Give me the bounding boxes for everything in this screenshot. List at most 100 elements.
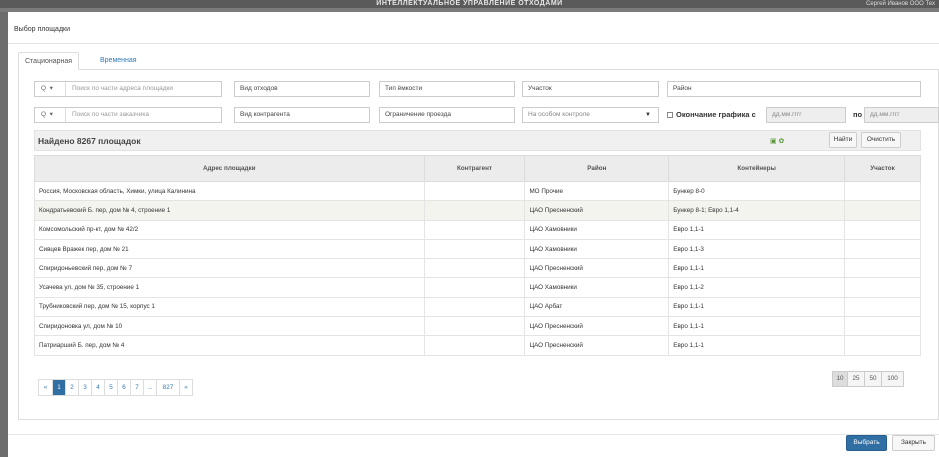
app-header: ИНТЕЛЛЕКТУАЛЬНОЕ УПРАВЛЕНИЕ ОТХОДАМИ Сер…: [0, 0, 939, 8]
page-size-25[interactable]: 25: [847, 372, 864, 386]
search-icon[interactable]: Q ▾: [35, 108, 65, 122]
cell-containers: Евро 1,1-3: [668, 238, 846, 260]
customer-search-placeholder: Поиск по части заказчика: [65, 108, 149, 122]
page-prev[interactable]: «: [39, 380, 52, 395]
cell-district: ЦАО Хамовники: [524, 219, 670, 240]
cell-district: ЦАО Пресненский: [524, 316, 670, 337]
cell-contractor: [423, 277, 526, 298]
cell-district: ЦАО Пресненский: [524, 335, 670, 356]
page-last[interactable]: 827: [156, 380, 179, 395]
page-size-50[interactable]: 50: [864, 372, 881, 386]
cell-contractor: [423, 296, 526, 318]
table-row[interactable]: Спиридоньевский пер, дом № 7 ЦАО Пресненс…: [34, 258, 921, 279]
end-schedule-label: Окончание графика с: [676, 110, 756, 119]
table-row[interactable]: Усачева ул, дом № 35, строение 1 ЦАО Хамо…: [34, 277, 921, 298]
table-row[interactable]: Сивцев Вражек пер, дом № 21 ЦАО Хамовники…: [34, 238, 921, 260]
address-search-input[interactable]: Q ▾ Поиск по части адреса площадки: [34, 81, 222, 97]
cell-district: ЦАО Арбат: [524, 296, 670, 318]
col-address[interactable]: Адрес площадки: [34, 155, 425, 182]
page-2[interactable]: 2: [65, 380, 78, 395]
waste-type-field[interactable]: Вид отходов: [234, 81, 370, 97]
cell-section: [844, 238, 921, 260]
page-ellipsis: ...: [143, 380, 156, 395]
page-size-10[interactable]: 10: [833, 372, 847, 386]
found-count: Найдено 8267 площадок: [38, 136, 141, 146]
capacity-type-field[interactable]: Тип ёмкости: [379, 81, 515, 97]
cell-section: [844, 296, 921, 318]
date-to-input[interactable]: дд.мм.гггг: [864, 107, 939, 123]
cell-address: Патриарший Б. пер, дом № 4: [34, 335, 425, 356]
divider: [8, 43, 939, 44]
cell-district: ЦАО Пресненский: [524, 200, 670, 221]
page-5[interactable]: 5: [104, 380, 117, 395]
col-containers[interactable]: Контейнеры: [668, 155, 846, 182]
cell-address: Россия, Московская область, Химки, улица…: [34, 180, 425, 202]
cell-containers: Евро 1,1-1: [668, 316, 846, 337]
cell-contractor: [423, 316, 526, 337]
cell-section: [844, 200, 921, 221]
date-from-input[interactable]: дд.мм.гггг: [766, 107, 846, 123]
search-icon[interactable]: Q ▾: [35, 82, 65, 96]
col-district[interactable]: Район: [524, 155, 670, 182]
cell-section: [844, 316, 921, 337]
cell-contractor: [423, 200, 526, 221]
cell-district: МО Прочие: [524, 180, 670, 202]
to-label: по: [853, 110, 863, 119]
cell-section: [844, 180, 921, 202]
cell-district: ЦАО Пресненский: [524, 258, 670, 279]
tab-stationary[interactable]: Стационарная: [18, 52, 80, 70]
col-contractor[interactable]: Контрагент: [423, 155, 526, 182]
district-field[interactable]: Район: [667, 81, 921, 97]
page-size-100[interactable]: 100: [881, 372, 903, 386]
address-search-placeholder: Поиск по части адреса площадки: [65, 82, 173, 96]
table-row[interactable]: Россия, Московская область, Химки, улица…: [34, 180, 921, 202]
cell-address: Сивцев Вражек пер, дом № 21: [34, 238, 425, 260]
col-section[interactable]: Участок: [844, 155, 921, 182]
page-7[interactable]: 7: [130, 380, 143, 395]
results-header: Найдено 8267 площадок ▣ ✿: [34, 130, 921, 151]
clear-button[interactable]: Очистить: [861, 132, 901, 148]
cell-containers: Евро 1,1-1: [668, 335, 846, 356]
passage-limit-field[interactable]: Ограничение проезда: [379, 107, 515, 123]
find-button[interactable]: Найти: [829, 132, 857, 148]
user-info[interactable]: Сергей Иванов OOO Тех: [866, 0, 935, 8]
table-row[interactable]: Спиридоновка ул, дом № 10 ЦАО Пресненский…: [34, 316, 921, 337]
table-row[interactable]: Кондратьевский Б. пер, дом № 4, строение…: [34, 200, 921, 221]
cell-containers: Евро 1,1-2: [668, 277, 846, 298]
table-header-row: Адрес площадки Контрагент Район Контейне…: [34, 155, 921, 182]
footer-divider: [8, 434, 939, 435]
cell-containers: Евро 1,1-1: [668, 219, 846, 240]
section-field[interactable]: Участок: [522, 81, 659, 97]
table-row[interactable]: Трубниковский пер, дом № 15, корпус 1 ЦАО…: [34, 296, 921, 318]
cell-containers: Бункер 8-0: [668, 180, 846, 202]
customer-search-input[interactable]: Q ▾ Поиск по части заказчика: [34, 107, 222, 123]
cell-contractor: [423, 258, 526, 279]
caret-down-icon: ▼: [645, 112, 651, 118]
cell-containers: Евро 1,1-1: [668, 258, 846, 279]
page-6[interactable]: 6: [117, 380, 130, 395]
page-4[interactable]: 4: [91, 380, 104, 395]
backdrop: [0, 12, 8, 457]
app-title: ИНТЕЛЛЕКТУАЛЬНОЕ УПРАВЛЕНИЕ ОТХОДАМИ: [376, 0, 563, 7]
export-icon[interactable]: ▣ ✿: [770, 137, 784, 145]
page-size-selector: 10 25 50 100: [832, 371, 904, 387]
end-schedule-checkbox[interactable]: [667, 112, 673, 118]
cell-containers: Бункер 8-1; Евро 1,1-4: [668, 200, 846, 221]
special-control-select[interactable]: На особом контроле ▼: [522, 107, 659, 123]
cell-containers: Евро 1,1-1: [668, 296, 846, 318]
select-button[interactable]: Выбрать: [846, 435, 887, 451]
cell-section: [844, 277, 921, 298]
page-3[interactable]: 3: [78, 380, 91, 395]
close-button[interactable]: Закрыть: [892, 435, 935, 451]
tab-temporary[interactable]: Временная: [94, 52, 143, 70]
contractor-type-field[interactable]: Вид контрагента: [234, 107, 370, 123]
cell-address: Комсомольский пр-кт, дом № 42/2: [34, 219, 425, 240]
page-1[interactable]: 1: [52, 380, 65, 395]
tab-bar: Стационарная Временная: [18, 52, 939, 70]
page-next[interactable]: »: [179, 380, 192, 395]
sites-table: Адрес площадки Контрагент Район Контейне…: [34, 155, 921, 356]
table-row[interactable]: Комсомольский пр-кт, дом № 42/2 ЦАО Хамов…: [34, 219, 921, 240]
cell-district: ЦАО Хамовники: [524, 238, 670, 260]
cell-contractor: [423, 180, 526, 202]
table-row[interactable]: Патриарший Б. пер, дом № 4 ЦАО Пресненски…: [34, 335, 921, 356]
